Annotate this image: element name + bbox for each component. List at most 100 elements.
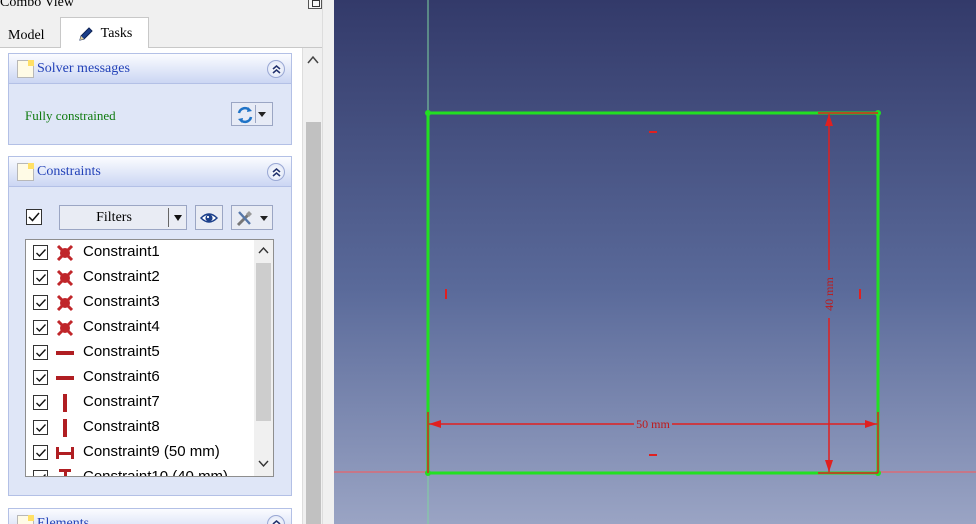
- constraint-row[interactable]: Constraint5: [26, 340, 254, 365]
- constraint-row[interactable]: Constraint1: [26, 240, 254, 265]
- dim-arrow: [825, 460, 833, 472]
- collapse-icon[interactable]: [267, 163, 285, 181]
- chevron-up-icon[interactable]: [307, 55, 319, 65]
- chevron-up-icon: [272, 64, 281, 74]
- vertical-icon: [55, 418, 75, 438]
- visibility-button[interactable]: [195, 205, 223, 230]
- constraint-checkbox[interactable]: [33, 420, 48, 435]
- note-icon: [17, 163, 34, 181]
- coincident-icon: [55, 293, 75, 313]
- constraint-checkbox[interactable]: [33, 295, 48, 310]
- chevron-up-icon: [272, 519, 281, 524]
- pencil-icon: [78, 26, 93, 41]
- dim-arrow: [825, 114, 833, 126]
- solver-messages-title: Solver messages: [37, 61, 130, 76]
- constraint-settings-button[interactable]: [231, 205, 273, 230]
- horizontal-distance-icon: [55, 443, 75, 463]
- refresh-icon: [237, 106, 253, 124]
- elements-box: Elements: [8, 508, 292, 524]
- horizontal-icon: [55, 343, 75, 363]
- coincident-icon: [55, 318, 75, 338]
- constraint-checkbox[interactable]: [33, 395, 48, 410]
- constraint-label: Constraint5: [83, 343, 160, 360]
- note-icon: [17, 515, 34, 524]
- combo-view-title: Combo View: [0, 0, 74, 10]
- eye-icon: [200, 213, 218, 223]
- constraints-header: Constraints: [9, 157, 291, 187]
- constraint-row[interactable]: Constraint8: [26, 415, 254, 440]
- chevron-down-icon: [260, 216, 268, 221]
- panel-splitter[interactable]: [322, 0, 334, 524]
- constraint-row[interactable]: Constraint9 (50 mm): [26, 440, 254, 465]
- constraints-box: Constraints Filters Constraint1 Constrai…: [8, 156, 292, 496]
- tab-model[interactable]: Model: [0, 20, 58, 48]
- constraint-label: Constraint2: [83, 268, 160, 285]
- sketch-3d-view[interactable]: 40 mm 50 mm: [334, 0, 976, 524]
- chevron-down-icon[interactable]: [258, 460, 269, 468]
- select-all-checkbox[interactable]: [26, 209, 42, 225]
- horizontal-icon: [55, 368, 75, 388]
- constraint-label: Constraint10 (40 mm): [83, 468, 229, 477]
- elements-header: Elements: [9, 509, 291, 524]
- constraint-checkbox[interactable]: [33, 245, 48, 260]
- constraint-checkbox[interactable]: [33, 345, 48, 360]
- constraint-row[interactable]: Constraint10 (40 mm): [26, 465, 254, 477]
- constraint-label: Constraint7: [83, 393, 160, 410]
- scroll-thumb[interactable]: [256, 263, 271, 421]
- constraint-row[interactable]: Constraint3: [26, 290, 254, 315]
- solver-messages-header: Solver messages: [9, 54, 291, 84]
- constraint-checkbox[interactable]: [33, 470, 48, 476]
- scroll-thumb[interactable]: [306, 122, 321, 524]
- constraint-label: Constraint6: [83, 368, 160, 385]
- constraints-list-items: Constraint1 Constraint2 Constraint3 Constra…: [26, 240, 254, 477]
- sketch-vertex: [425, 110, 431, 116]
- tab-tasks[interactable]: Tasks: [60, 17, 149, 48]
- dim-arrow: [865, 420, 877, 428]
- chevron-down-icon: [258, 112, 266, 117]
- vertical-icon: [55, 393, 75, 413]
- dim-width-label: 50 mm: [636, 417, 670, 431]
- combo-view-panel: Combo View Model Tasks Solver messages F…: [0, 0, 334, 524]
- auto-recompute-button[interactable]: [231, 102, 273, 126]
- constraint-checkbox[interactable]: [33, 445, 48, 460]
- constraint-label: Constraint9 (50 mm): [83, 443, 220, 460]
- constraint-checkbox[interactable]: [33, 320, 48, 335]
- chevron-up-icon: [272, 167, 281, 177]
- constraint-row[interactable]: Constraint6: [26, 365, 254, 390]
- tools-icon: [236, 211, 252, 227]
- constraint-label: Constraint4: [83, 318, 160, 335]
- collapse-icon[interactable]: [267, 515, 285, 524]
- task-panel-scrollbar[interactable]: [302, 48, 322, 524]
- constraints-title: Constraints: [37, 164, 101, 179]
- dim-height-label: 40 mm: [822, 277, 836, 311]
- constraint-row[interactable]: Constraint4: [26, 315, 254, 340]
- constraint-checkbox[interactable]: [33, 370, 48, 385]
- filters-dropdown[interactable]: Filters: [59, 205, 187, 230]
- constraint-label: Constraint3: [83, 293, 160, 310]
- tab-tasks-label: Tasks: [100, 25, 133, 41]
- coincident-icon: [55, 268, 75, 288]
- combo-tabs: Model Tasks: [0, 17, 330, 48]
- tab-model-label: Model: [8, 28, 45, 43]
- constraint-label: Constraint8: [83, 418, 160, 435]
- dim-arrow: [429, 420, 441, 428]
- filters-label: Filters: [96, 210, 132, 225]
- constraint-checkbox[interactable]: [33, 270, 48, 285]
- coincident-icon: [55, 243, 75, 263]
- note-icon: [17, 60, 34, 78]
- constraints-list-scrollbar[interactable]: [254, 240, 273, 476]
- constraint-row[interactable]: Constraint2: [26, 265, 254, 290]
- float-panel-icon[interactable]: [308, 0, 322, 9]
- chevron-up-icon[interactable]: [258, 246, 269, 254]
- combo-view-titlebar: Combo View: [0, 0, 330, 12]
- chevron-down-icon: [174, 215, 182, 221]
- elements-title: Elements: [37, 516, 90, 524]
- constraints-list: Constraint1 Constraint2 Constraint3 Constra…: [25, 239, 274, 477]
- constraint-row[interactable]: Constraint7: [26, 390, 254, 415]
- solver-messages-box: Solver messages Fully constrained: [8, 53, 292, 145]
- vertical-distance-icon: [55, 468, 75, 476]
- solver-status: Fully constrained: [25, 108, 116, 123]
- constraint-label: Constraint1: [83, 243, 160, 260]
- collapse-icon[interactable]: [267, 60, 285, 78]
- sketch-canvas[interactable]: 40 mm 50 mm: [334, 0, 976, 524]
